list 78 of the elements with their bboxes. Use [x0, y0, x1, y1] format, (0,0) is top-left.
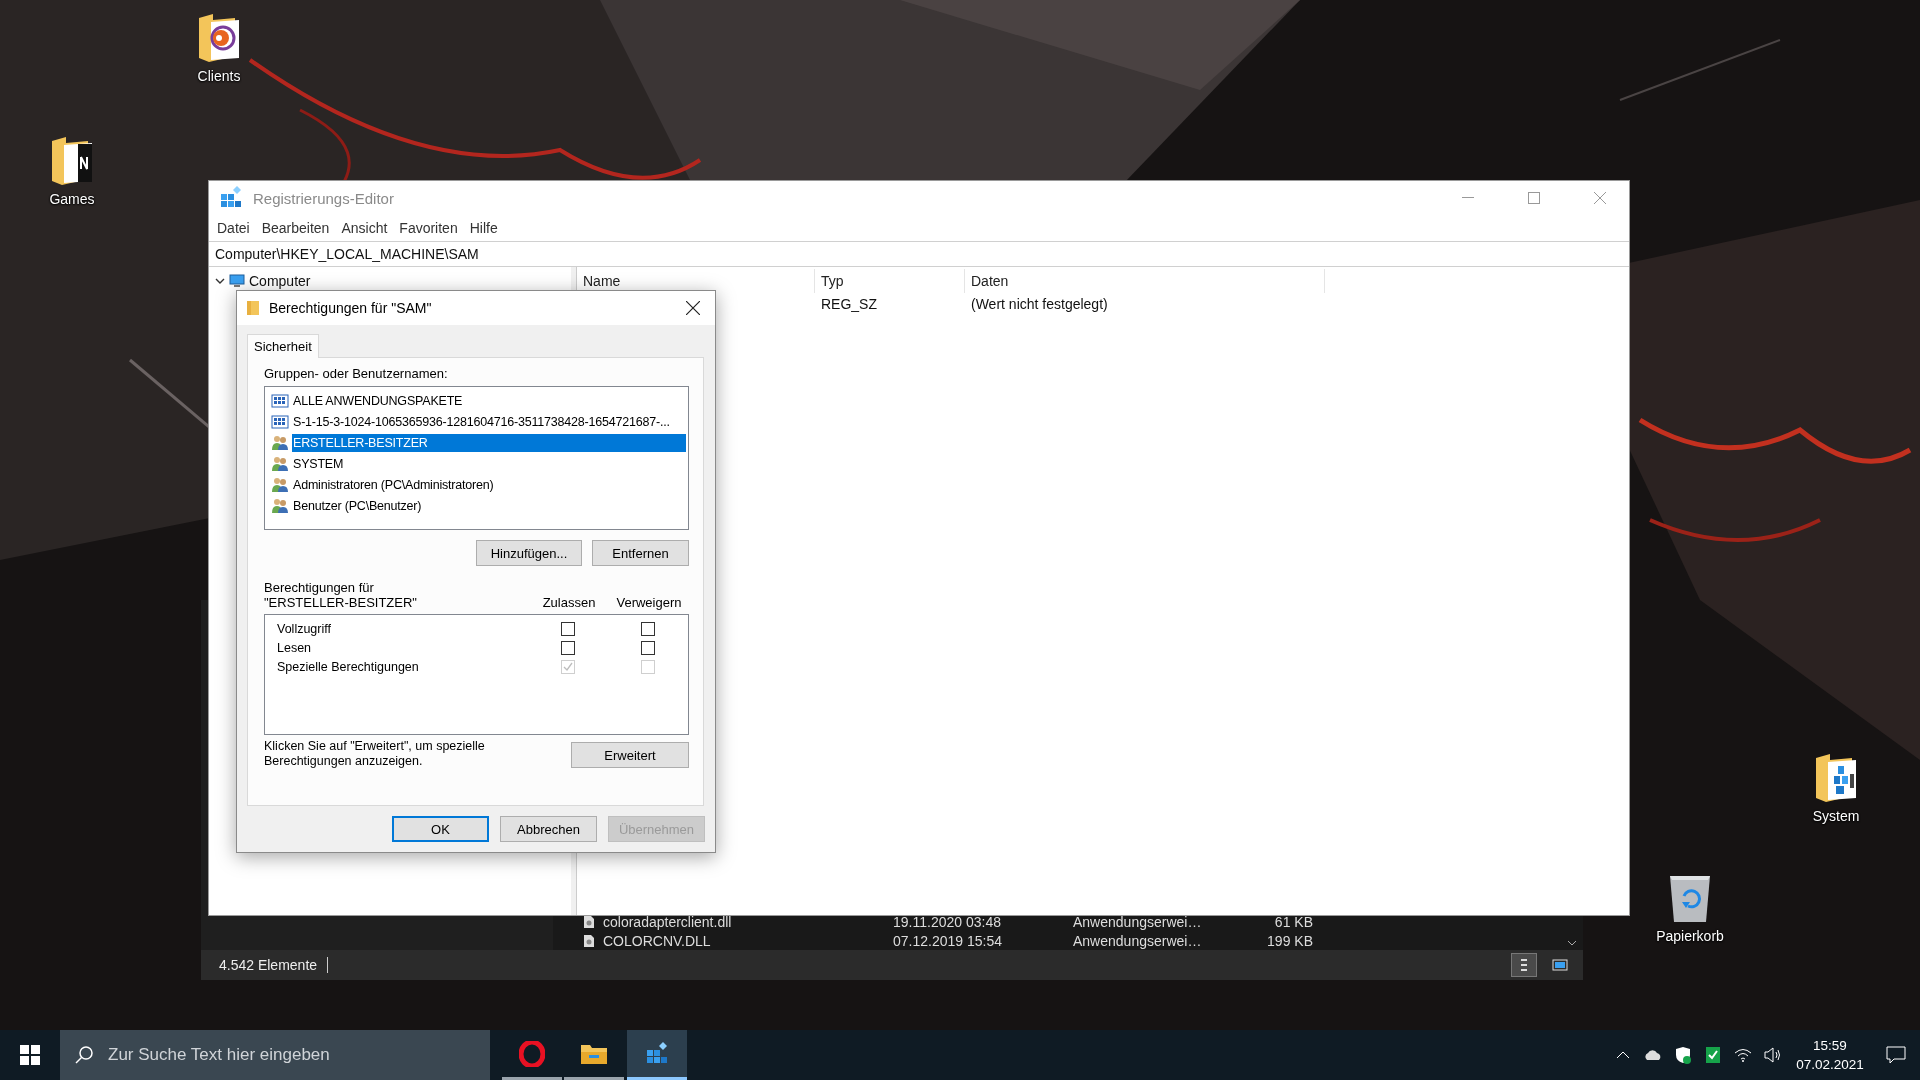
users-icon — [271, 434, 289, 451]
checkbox[interactable] — [561, 622, 575, 636]
list-item[interactable]: ALLE ANWENDUNGSPAKETE — [292, 391, 686, 410]
search-box[interactable]: Zur Suche Text hier eingeben — [60, 1030, 490, 1080]
menu-item[interactable]: Hilfe — [463, 220, 504, 236]
taskbar-app-button[interactable] — [627, 1030, 687, 1080]
opera-icon — [519, 1040, 545, 1067]
dialog-button[interactable]: Abbrechen — [500, 816, 597, 842]
preview-icon — [1552, 959, 1568, 971]
users-icon — [271, 455, 289, 472]
search-icon[interactable] — [74, 1045, 94, 1065]
menu-item[interactable]: Datei — [211, 220, 256, 236]
package-icon — [271, 413, 289, 430]
permission-name: Spezielle Berechtigungen — [277, 660, 420, 674]
column-header: Zulassen — [541, 595, 597, 610]
add-button[interactable]: Hinzufügen... — [476, 540, 582, 566]
tab[interactable]: Sicherheit — [247, 334, 319, 358]
users-icon — [271, 497, 289, 514]
file-type: Anwendungserwei… — [1073, 913, 1203, 930]
list-item[interactable]: SYSTEM — [292, 454, 686, 473]
hint-text: Klicken Sie auf "Erweitert", um spezielle Berechtigungen anzuzeigen. — [264, 739, 486, 769]
file-date: 19.11.2020 03:48 — [893, 913, 1002, 930]
permission-name: Vollzugriff — [277, 622, 332, 636]
package-icon — [271, 392, 289, 409]
checkbox[interactable] — [561, 641, 575, 655]
item-count: 4.542 Elemente — [219, 957, 329, 973]
table-cell-text: (Wert nicht festgelegt) — [970, 296, 1109, 312]
list-item[interactable]: ERSTELLER-BESITZER — [292, 433, 686, 452]
table-cell-text: REG_SZ — [820, 296, 878, 312]
folder-icon — [247, 300, 259, 316]
menu-item[interactable]: Favoriten — [393, 220, 464, 236]
dialog-title: Berechtigungen für "SAM" — [269, 300, 433, 316]
search-field[interactable]: Zur Suche Text hier eingeben — [106, 1044, 490, 1066]
window-title: Registrierungs-Editor — [253, 189, 395, 207]
file-size: 61 KB — [1273, 913, 1313, 930]
list-item[interactable]: Benutzer (PC\Benutzer) — [292, 496, 686, 515]
column-header: Verweigern — [615, 595, 683, 610]
list-item[interactable]: Administratoren (PC\Administratoren) — [292, 475, 686, 494]
maximize-icon[interactable] — [1528, 192, 1540, 204]
file-icon — [583, 914, 595, 929]
column-header[interactable]: Typ — [815, 269, 965, 293]
address-field[interactable]: Computer\HKEY_LOCAL_MACHINE\SAM — [209, 241, 1629, 267]
desktop-icon-label[interactable]: System — [1812, 808, 1860, 824]
clock[interactable]: 15:59 07.02.2021 — [1788, 1030, 1872, 1080]
menu-item[interactable]: Bearbeiten — [255, 220, 336, 236]
remove-button[interactable]: Entfernen — [592, 540, 689, 566]
list-view-icon — [1519, 958, 1529, 972]
desktop-icon-label[interactable]: Games — [49, 191, 95, 207]
close-icon[interactable] — [686, 301, 700, 315]
desktop-icon-label[interactable]: Clients — [197, 68, 241, 84]
file-date: 07.12.2019 15:54 — [893, 932, 1003, 949]
menu-item[interactable]: Ansicht — [335, 220, 394, 236]
minimize-icon[interactable] — [1462, 197, 1474, 199]
tree-item[interactable]: Computer — [249, 273, 311, 289]
permissions-label: Berechtigungen für — [264, 580, 375, 595]
details-view-button[interactable] — [1511, 953, 1537, 977]
list-label: Gruppen- oder Benutzernamen: — [264, 366, 449, 381]
list-item[interactable]: S-1-15-3-1024-1065365936-1281604716-3511738428-1654721687-... — [292, 412, 686, 431]
column-header[interactable]: Daten — [965, 269, 1325, 293]
users-icon — [271, 476, 289, 493]
file-size: 199 KB — [1266, 932, 1313, 949]
file-type: Anwendungserwei… — [1073, 932, 1203, 949]
permission-name: Lesen — [277, 641, 313, 655]
desktop-icon-label[interactable]: Papierkorb — [1656, 928, 1724, 944]
scroll-down-icon[interactable] — [1567, 940, 1577, 946]
dialog-button[interactable]: OK — [392, 816, 489, 842]
checkbox[interactable] — [641, 622, 655, 636]
file-name: COLORCNV.DLL — [603, 932, 712, 949]
advanced-button[interactable]: Erweitert — [571, 742, 689, 768]
windows-start-icon[interactable] — [20, 1045, 40, 1065]
checkbox[interactable] — [641, 641, 655, 655]
computer-icon — [229, 274, 245, 288]
file-icon — [583, 933, 595, 948]
permissions-label: "ERSTELLER-BESITZER" — [264, 595, 418, 610]
file-name: coloradapterclient.dll — [603, 913, 733, 930]
clock-date: 07.02.2021 — [1796, 1056, 1864, 1074]
chevron-down-icon[interactable] — [215, 276, 225, 286]
clock-time: 15:59 — [1813, 1037, 1847, 1055]
